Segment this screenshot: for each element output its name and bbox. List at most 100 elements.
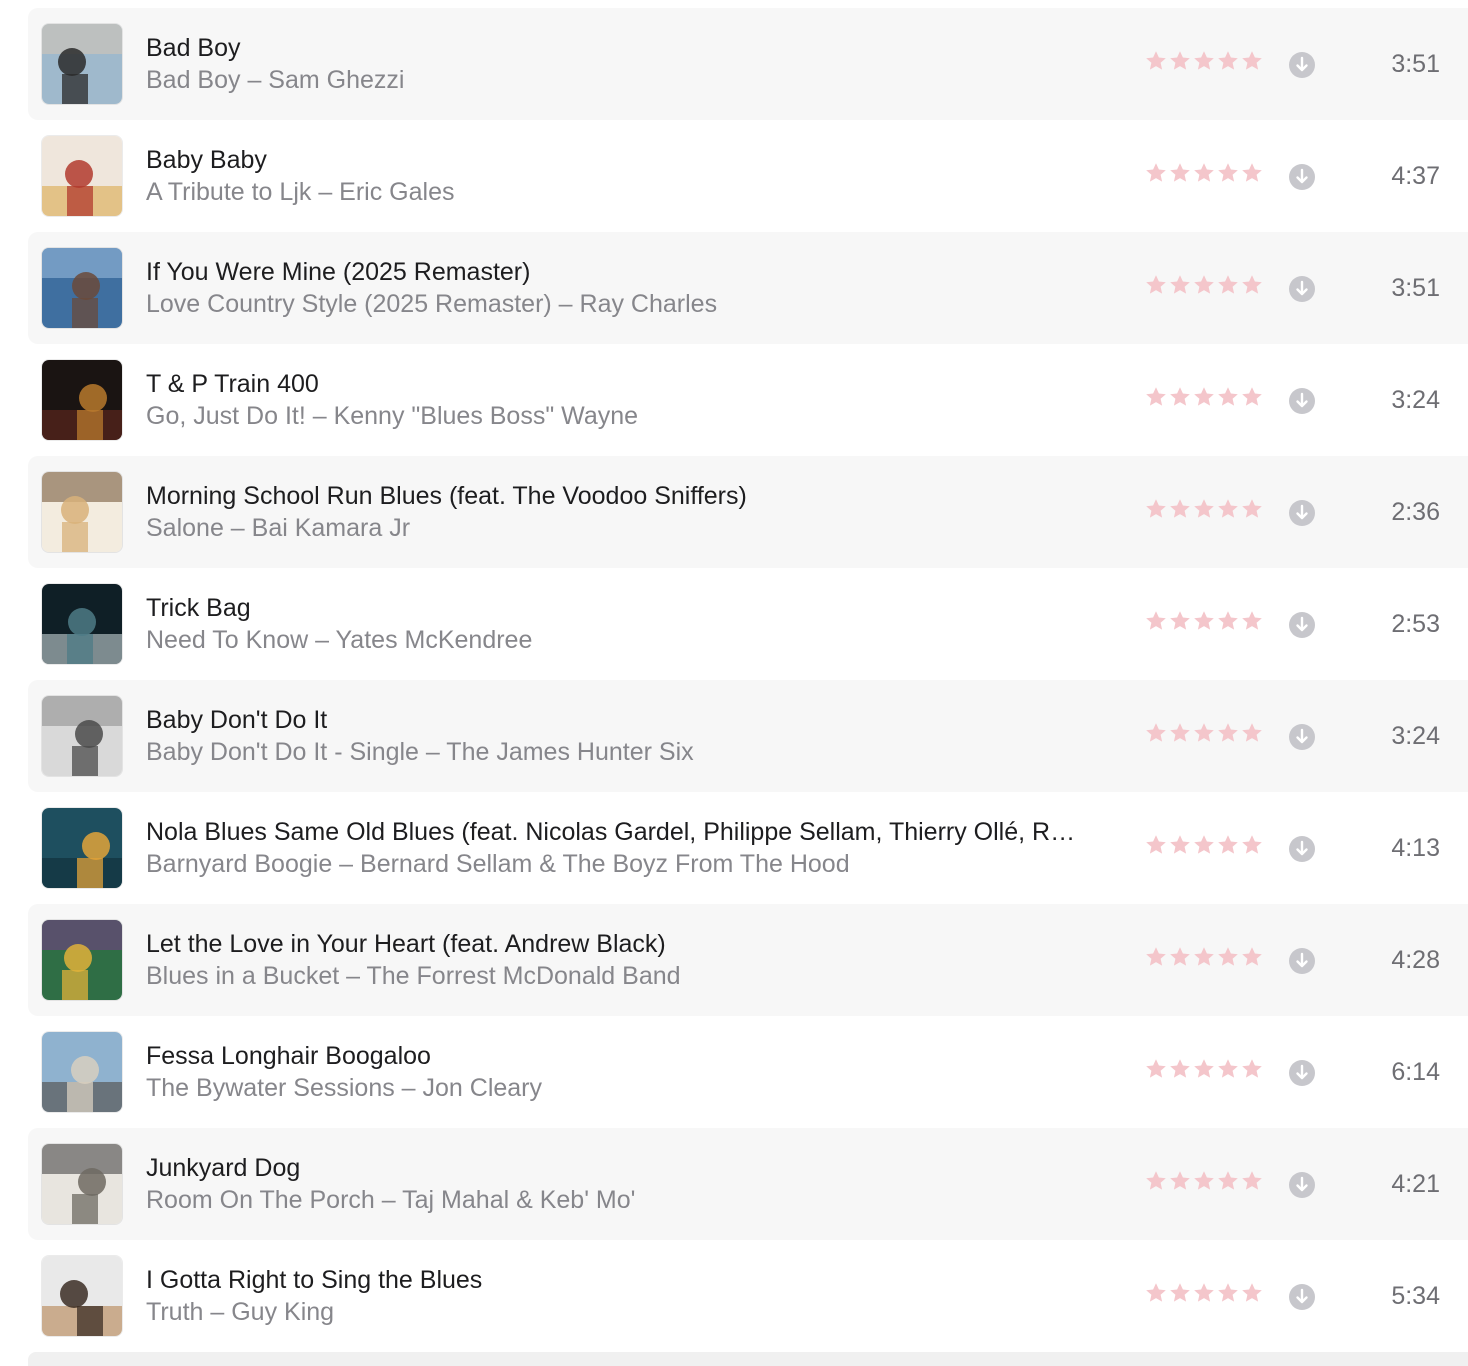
album-artwork[interactable] — [42, 136, 122, 216]
star-icon[interactable] — [1144, 385, 1168, 409]
star-icon[interactable] — [1168, 721, 1192, 745]
star-icon[interactable] — [1192, 161, 1216, 185]
track-row[interactable]: I Gotta Right to Sing the Blues Truth – G… — [28, 1240, 1468, 1352]
star-icon[interactable] — [1168, 273, 1192, 297]
star-icon[interactable] — [1192, 497, 1216, 521]
star-icon[interactable] — [1240, 161, 1264, 185]
star-icon[interactable] — [1240, 273, 1264, 297]
star-icon[interactable] — [1168, 1057, 1192, 1081]
star-icon[interactable] — [1240, 1281, 1264, 1305]
track-row[interactable]: Fessa Longhair Boogaloo The Bywater Sessi… — [28, 1016, 1468, 1128]
star-icon[interactable] — [1192, 1281, 1216, 1305]
album-artwork[interactable] — [42, 472, 122, 552]
star-icon[interactable] — [1240, 49, 1264, 73]
star-icon[interactable] — [1192, 1057, 1216, 1081]
star-icon[interactable] — [1216, 1281, 1240, 1305]
star-icon[interactable] — [1192, 1169, 1216, 1193]
download-icon[interactable] — [1288, 163, 1316, 191]
album-artwork[interactable] — [42, 24, 122, 104]
star-icon[interactable] — [1240, 1057, 1264, 1081]
download-icon[interactable] — [1288, 275, 1316, 303]
rating-stars[interactable] — [1144, 721, 1264, 745]
star-icon[interactable] — [1240, 497, 1264, 521]
star-icon[interactable] — [1168, 161, 1192, 185]
track-row[interactable]: Nola Blues Same Old Blues (feat. Nicolas… — [28, 792, 1468, 904]
rating-stars[interactable] — [1144, 497, 1264, 521]
star-icon[interactable] — [1216, 1057, 1240, 1081]
album-artwork[interactable] — [42, 808, 122, 888]
star-icon[interactable] — [1216, 49, 1240, 73]
star-icon[interactable] — [1168, 385, 1192, 409]
track-row[interactable]: T & P Train 400 Go, Just Do It! – Kenny "… — [28, 344, 1468, 456]
star-icon[interactable] — [1192, 721, 1216, 745]
album-artwork[interactable] — [42, 248, 122, 328]
star-icon[interactable] — [1168, 49, 1192, 73]
star-icon[interactable] — [1168, 1281, 1192, 1305]
star-icon[interactable] — [1192, 945, 1216, 969]
star-icon[interactable] — [1240, 833, 1264, 857]
star-icon[interactable] — [1192, 273, 1216, 297]
download-icon[interactable] — [1288, 723, 1316, 751]
star-icon[interactable] — [1240, 385, 1264, 409]
star-icon[interactable] — [1192, 833, 1216, 857]
track-row[interactable]: Junkyard Dog Room On The Porch – Taj Maha… — [28, 1128, 1468, 1240]
star-icon[interactable] — [1192, 385, 1216, 409]
download-icon[interactable] — [1288, 835, 1316, 863]
album-artwork[interactable] — [42, 1032, 122, 1112]
star-icon[interactable] — [1144, 721, 1168, 745]
download-icon[interactable] — [1288, 611, 1316, 639]
star-icon[interactable] — [1216, 833, 1240, 857]
album-artwork[interactable] — [42, 1144, 122, 1224]
star-icon[interactable] — [1216, 721, 1240, 745]
rating-stars[interactable] — [1144, 1169, 1264, 1193]
download-icon[interactable] — [1288, 947, 1316, 975]
rating-stars[interactable] — [1144, 833, 1264, 857]
star-icon[interactable] — [1168, 833, 1192, 857]
star-icon[interactable] — [1240, 721, 1264, 745]
star-icon[interactable] — [1144, 161, 1168, 185]
star-icon[interactable] — [1240, 609, 1264, 633]
download-icon[interactable] — [1288, 51, 1316, 79]
star-icon[interactable] — [1168, 1169, 1192, 1193]
star-icon[interactable] — [1168, 945, 1192, 969]
rating-stars[interactable] — [1144, 945, 1264, 969]
track-row[interactable]: Morning School Run Blues (feat. The Vood… — [28, 456, 1468, 568]
rating-stars[interactable] — [1144, 161, 1264, 185]
download-icon[interactable] — [1288, 1283, 1316, 1311]
track-row[interactable]: If You Were Mine (2025 Remaster) Love Cou… — [28, 232, 1468, 344]
star-icon[interactable] — [1216, 273, 1240, 297]
star-icon[interactable] — [1240, 945, 1264, 969]
album-artwork[interactable] — [42, 584, 122, 664]
download-icon[interactable] — [1288, 499, 1316, 527]
star-icon[interactable] — [1144, 49, 1168, 73]
star-icon[interactable] — [1168, 497, 1192, 521]
star-icon[interactable] — [1144, 833, 1168, 857]
album-artwork[interactable] — [42, 920, 122, 1000]
star-icon[interactable] — [1216, 945, 1240, 969]
star-icon[interactable] — [1216, 609, 1240, 633]
star-icon[interactable] — [1192, 49, 1216, 73]
star-icon[interactable] — [1240, 1169, 1264, 1193]
track-row[interactable]: Bad Boy Bad Boy – Sam Ghezzi 3:51 — [28, 8, 1468, 120]
rating-stars[interactable] — [1144, 609, 1264, 633]
rating-stars[interactable] — [1144, 49, 1264, 73]
album-artwork[interactable] — [42, 696, 122, 776]
star-icon[interactable] — [1144, 497, 1168, 521]
track-row[interactable]: Baby Baby A Tribute to Ljk – Eric Gales 4… — [28, 120, 1468, 232]
download-icon[interactable] — [1288, 1059, 1316, 1087]
rating-stars[interactable] — [1144, 1281, 1264, 1305]
album-artwork[interactable] — [42, 360, 122, 440]
star-icon[interactable] — [1216, 385, 1240, 409]
star-icon[interactable] — [1192, 609, 1216, 633]
download-icon[interactable] — [1288, 387, 1316, 415]
star-icon[interactable] — [1144, 609, 1168, 633]
rating-stars[interactable] — [1144, 273, 1264, 297]
star-icon[interactable] — [1144, 1057, 1168, 1081]
star-icon[interactable] — [1144, 1281, 1168, 1305]
star-icon[interactable] — [1144, 273, 1168, 297]
star-icon[interactable] — [1216, 497, 1240, 521]
star-icon[interactable] — [1144, 1169, 1168, 1193]
rating-stars[interactable] — [1144, 385, 1264, 409]
download-icon[interactable] — [1288, 1171, 1316, 1199]
rating-stars[interactable] — [1144, 1057, 1264, 1081]
